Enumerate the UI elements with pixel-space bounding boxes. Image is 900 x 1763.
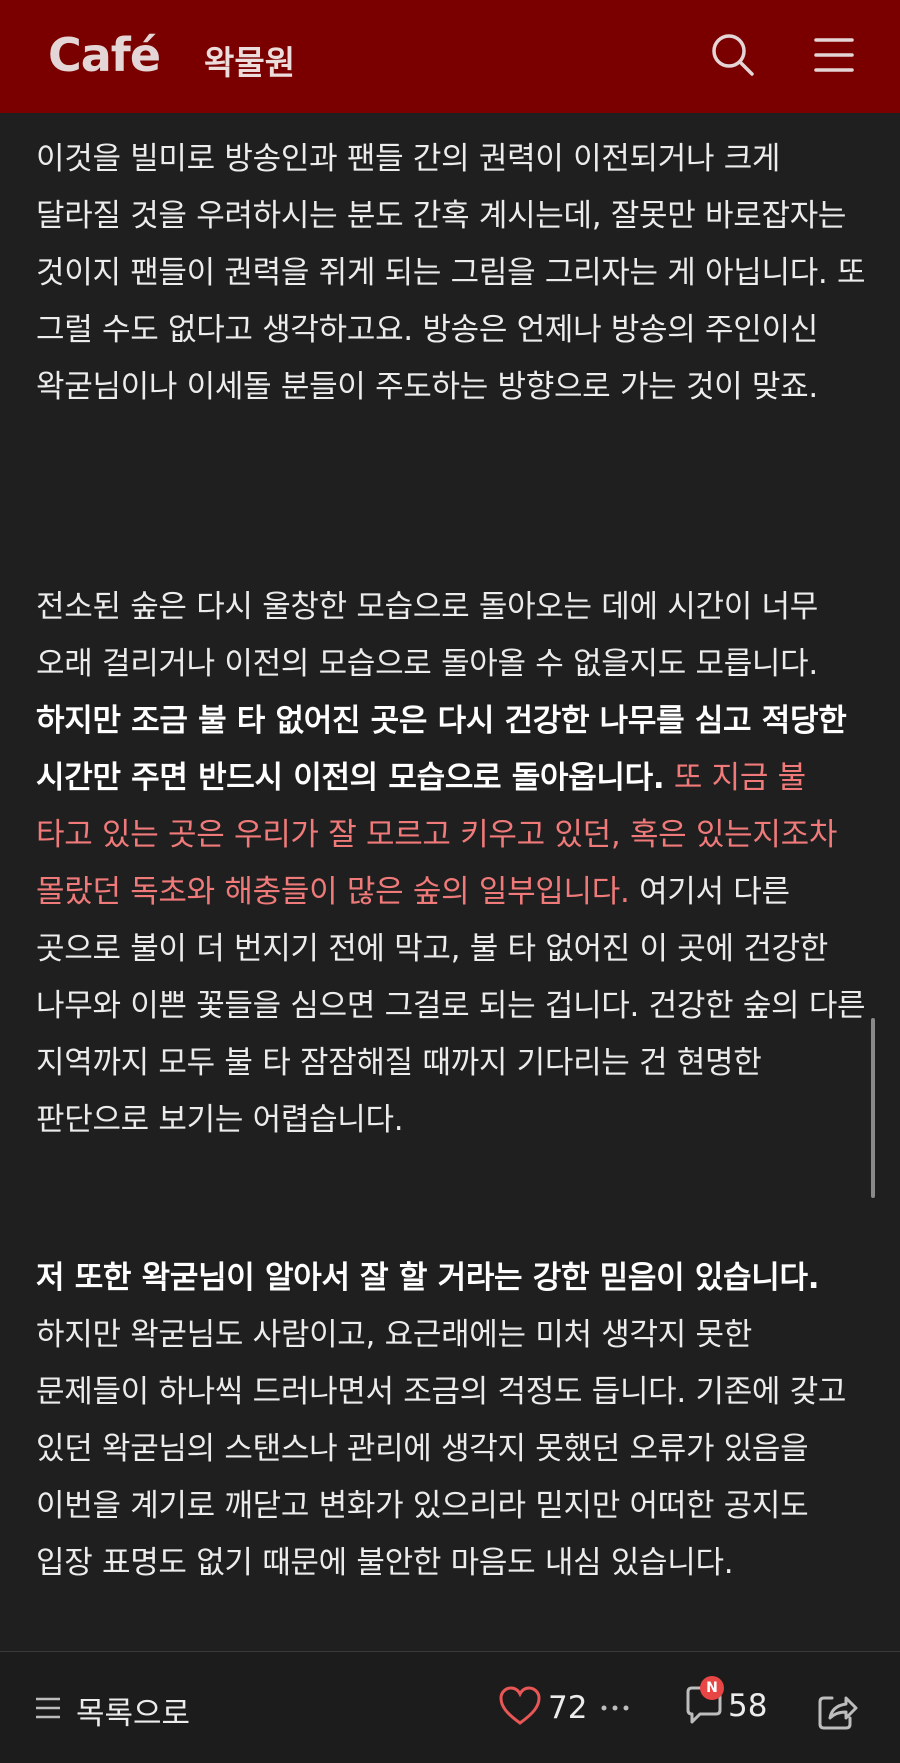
cafe-name[interactable]: 왁물원 [204,36,295,84]
like-count: 72 [548,1690,588,1726]
bottom-action-bar: 목록으로 72 N 58 [0,1651,900,1763]
comment-count: 58 [728,1688,768,1724]
more-dots-icon[interactable] [600,1698,630,1717]
article-paragraph: 이것을 빌미로 방송인과 팬들 간의 권력이 이전되거나 크게 달라질 것을 우… [36,141,866,405]
search-icon[interactable] [708,30,758,80]
comment-button[interactable]: N 58 [682,1676,768,1730]
back-to-list-label: 목록으로 [76,1695,191,1732]
menu-icon[interactable] [808,30,858,80]
article-paragraph: 저 또한 왁굳님이 알아서 잘 할 거라는 강한 믿음이 있습니다. 하지만 왁… [36,1250,866,1592]
new-badge: N [700,1676,724,1700]
scrollbar-thumb[interactable] [871,1018,875,1198]
like-button[interactable]: 72 [498,1686,587,1730]
back-to-list-button[interactable]: 목록으로 [34,1688,190,1732]
cafe-logo[interactable]: Café [48,28,161,82]
top-header: Café 왁물원 [0,0,900,113]
share-icon[interactable] [816,1690,858,1736]
bold-text: 저 또한 왁굳님이 알아서 잘 할 거라는 강한 믿음이 있습니다. [36,1260,820,1296]
article-content: 이것을 빌미로 방송인과 팬들 간의 권력이 이전되거나 크게 달라질 것을 우… [0,113,900,1651]
paragraph-text: 하지만 왁굳님도 사람이고, 요근래에는 미처 생각지 못한 문제들이 하나씩 … [36,1317,847,1581]
paragraph-text: 전소된 숲은 다시 울창한 모습으로 돌아오는 데에 시간이 너무 오래 걸리거… [36,589,818,682]
heart-icon [498,1686,542,1730]
comment-icon: N [682,1676,726,1730]
paragraph-text: 여기서 다른 곳으로 불이 더 번지기 전에 막고, 불 타 없어진 이 곳에 … [36,874,866,1138]
list-icon [34,1694,62,1726]
article-paragraph: 전소된 숲은 다시 울창한 모습으로 돌아오는 데에 시간이 너무 오래 걸리거… [36,579,866,1149]
